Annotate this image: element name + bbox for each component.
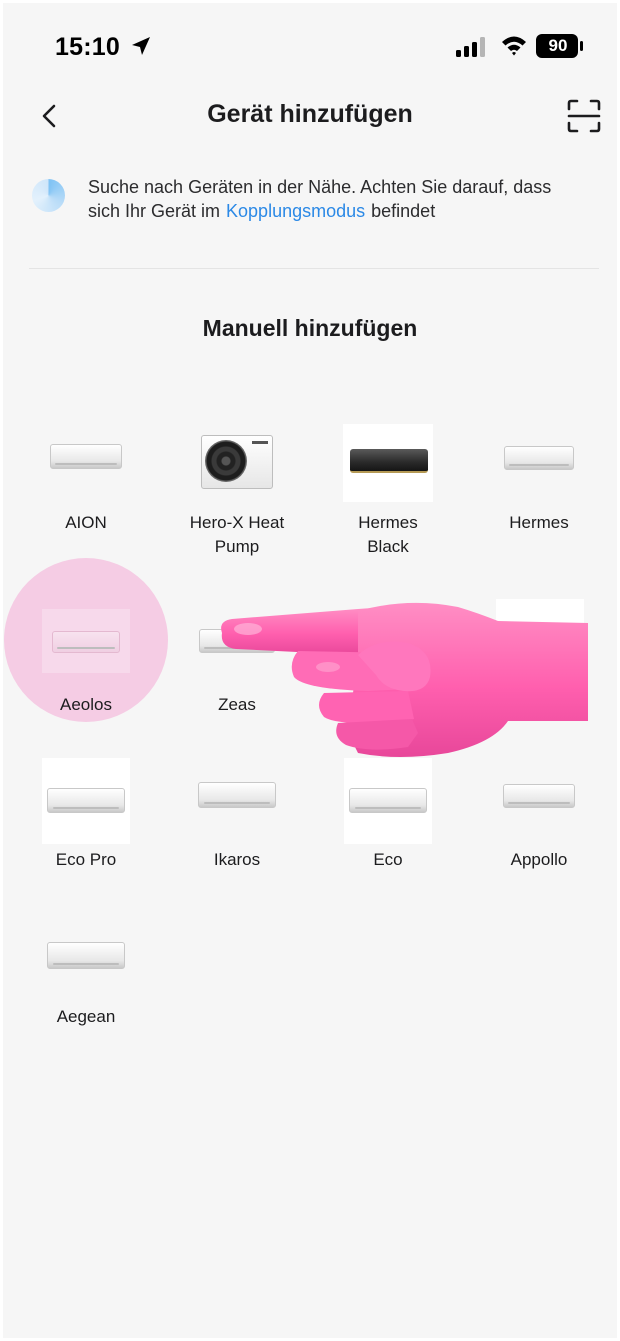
manual-add-title: Manuell hinzufügen [202,315,418,341]
device-ikaros[interactable]: Ikaros [167,758,307,872]
device-label: AION [65,513,107,532]
battery-level: 90 [548,36,568,55]
device-label: Eco Pro [55,850,117,869]
pairing-mode-link[interactable]: Kopplungsmodus [226,201,365,221]
device-eco-pro[interactable]: Eco Pro [16,758,156,872]
page-title: Gerät hinzufügen [207,100,413,128]
device-image [16,603,156,689]
device-hermes-black[interactable]: Hermes Black [318,421,458,559]
device-image [469,421,609,507]
device-image [318,421,458,507]
device-image [16,421,156,507]
device-image [318,758,458,844]
device-label: Eco [373,850,403,869]
status-time: 15:10 [55,33,120,61]
search-hint-suffix: befindet [371,201,436,221]
device-hermes[interactable]: Hermes [469,421,609,535]
device-eco[interactable]: Eco [318,758,458,872]
wifi-icon [502,36,526,56]
device-image [16,758,156,844]
device-label: Aegean [56,1007,116,1026]
device-appollo[interactable]: Appollo [469,758,609,872]
heat-pump-image [167,421,307,507]
device-label: Aeolos [60,695,112,714]
device-hero-x-heat-pump[interactable]: Hero-X Heat Pump [167,421,307,559]
device-image [469,758,609,844]
searching-spinner-icon [32,179,65,212]
device-image [167,758,307,844]
device-label: Hermes Black [358,513,418,556]
device-image [16,915,156,1001]
search-hint: Suche nach Geräten in der Nähe. Achten S… [88,175,588,223]
device-aegean[interactable]: Aegean [16,915,156,1029]
device-label: Hermes [509,513,569,532]
device-aeolos[interactable]: Aeolos [16,603,156,717]
screen: 15:10 90 Gerät hinzufügen Suche nach Ger… [3,3,617,1338]
device-label: Ikaros [213,850,261,869]
device-label: Hero-X Heat Pump [189,513,285,556]
location-arrow-icon [132,37,150,55]
pointing-hand-icon [221,602,588,757]
device-aion[interactable]: AION [16,421,156,535]
cellular-signal-icon [456,37,485,57]
divider [29,268,599,269]
device-label: Appollo [510,850,568,869]
qr-scan-button[interactable] [566,98,602,134]
